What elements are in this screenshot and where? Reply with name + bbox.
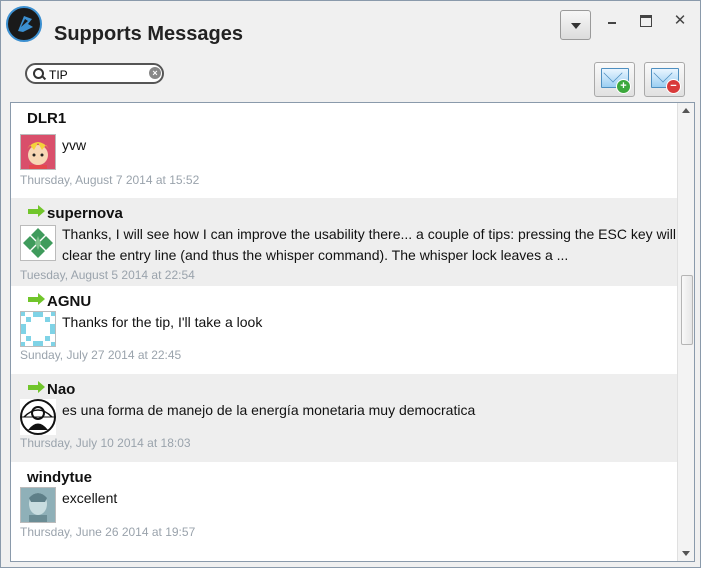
search-input[interactable] — [47, 66, 151, 84]
message-item[interactable]: windytue excellent Thursday, June 26 201… — [11, 462, 677, 550]
cartoon-boy-avatar — [20, 134, 56, 170]
message-text: excellent — [62, 490, 118, 506]
message-sender: AGNU — [47, 293, 92, 310]
message-text: Thanks, I will see how I can improve the… — [62, 226, 676, 263]
app-logo — [6, 6, 42, 42]
reply-arrow-icon — [28, 293, 45, 305]
maximize-button[interactable] — [637, 12, 655, 30]
search-box[interactable]: × — [25, 63, 164, 84]
message-sender: Nao — [47, 381, 76, 398]
reply-arrow-icon — [28, 381, 45, 393]
message-list[interactable]: DLR1 yvw Thursday, August 7 2014 at 15:5… — [10, 102, 695, 562]
search-icon — [33, 68, 44, 79]
message-sender: DLR1 — [27, 110, 67, 127]
message-text: es una forma de manejo de la energía mon… — [62, 402, 476, 418]
message-item[interactable]: supernova Thanks, I will see how I can i… — [11, 198, 677, 286]
message-timestamp: Thursday, July 10 2014 at 18:03 — [20, 436, 191, 450]
green-pattern-avatar — [20, 225, 56, 261]
message-item[interactable]: Nao es una forma de manejo de la energía… — [11, 374, 677, 462]
blue-pixel-avatar — [20, 311, 56, 347]
scroll-thumb[interactable] — [681, 275, 693, 345]
new-message-button[interactable]: + — [594, 62, 635, 97]
plus-icon: + — [616, 79, 631, 94]
message-sender: supernova — [47, 205, 123, 222]
message-timestamp: Thursday, June 26 2014 at 19:57 — [20, 525, 196, 539]
minus-icon: − — [666, 79, 681, 94]
message-item[interactable]: AGNU Thanks for the tip, I'll take a loo… — [11, 286, 677, 374]
message-timestamp: Thursday, August 7 2014 at 15:52 — [20, 173, 200, 187]
scroll-down-icon[interactable] — [682, 551, 690, 556]
delete-message-button[interactable]: − — [644, 62, 685, 97]
message-text: yvw — [62, 137, 87, 153]
photo-avatar — [20, 487, 56, 523]
message-timestamp: Sunday, July 27 2014 at 22:45 — [20, 348, 182, 362]
scroll-up-icon[interactable] — [682, 108, 690, 113]
message-item[interactable]: DLR1 yvw Thursday, August 7 2014 at 15:5… — [11, 110, 677, 198]
window-title: Supports Messages — [54, 23, 243, 45]
reply-arrow-icon — [28, 205, 45, 217]
supports-messages-window: Supports Messages ✕ × + − DLR1 yvw Thurs… — [0, 0, 701, 568]
window-menu-dropdown[interactable] — [560, 10, 591, 40]
vertical-scrollbar[interactable] — [677, 103, 694, 561]
message-timestamp: Tuesday, August 5 2014 at 22:54 — [20, 268, 195, 282]
anonymous-mask-avatar — [20, 399, 56, 435]
message-sender: windytue — [27, 469, 93, 486]
minimize-button[interactable] — [603, 12, 621, 30]
title-bar[interactable]: Supports Messages ✕ — [1, 1, 700, 51]
clear-search-icon[interactable]: × — [149, 67, 161, 79]
close-button[interactable]: ✕ — [671, 12, 689, 30]
message-text: Thanks for the tip, I'll take a look — [62, 314, 263, 330]
